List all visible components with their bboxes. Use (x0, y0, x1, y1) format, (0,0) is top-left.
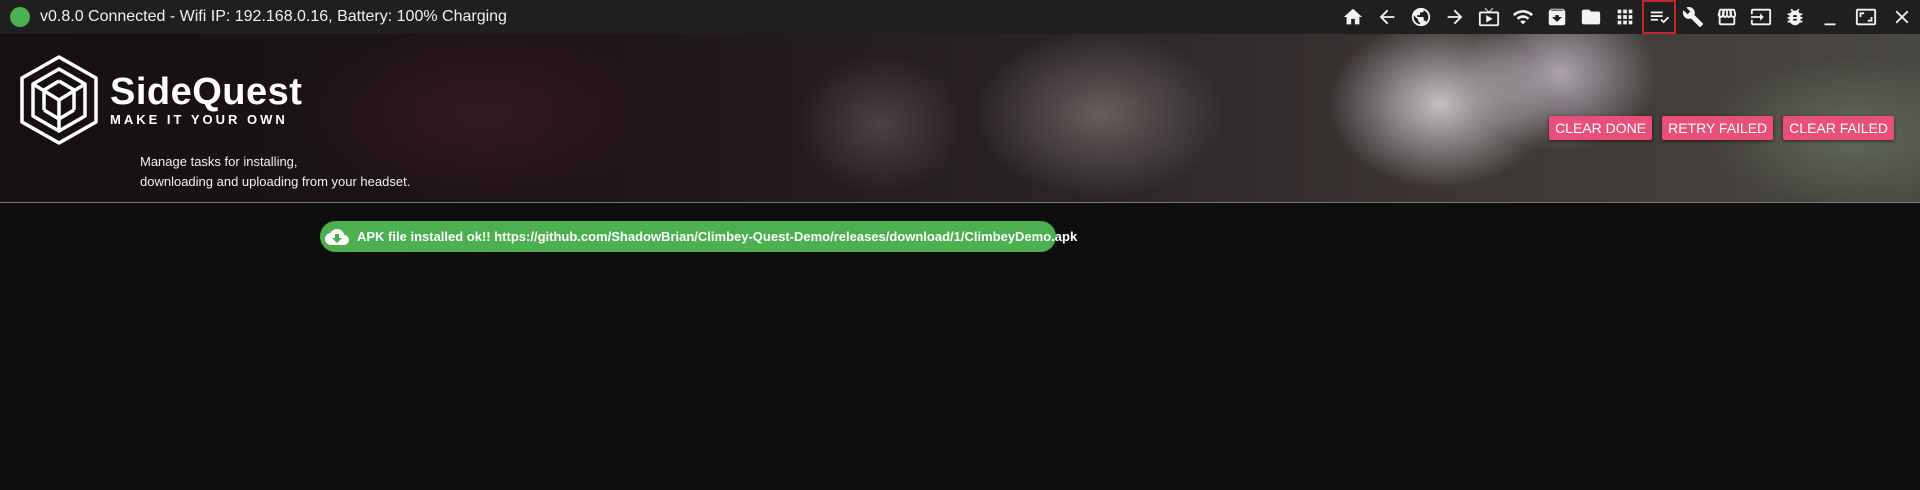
apps-grid-icon (1617, 9, 1633, 25)
connection-status-dot (10, 7, 30, 27)
logo-tagline: MAKE IT YOUR OWN (110, 112, 288, 127)
backup-button[interactable] (1540, 0, 1574, 34)
task-actions: CLEAR DONE RETRY FAILED CLEAR FAILED (1549, 116, 1894, 140)
forward-button[interactable] (1438, 0, 1472, 34)
title-bar: v0.8.0 Connected - Wifi IP: 192.168.0.16… (0, 0, 1920, 34)
tv-play-icon (1478, 7, 1500, 27)
sidequest-logo: SideQuest MAKE IT YOUR OWN (18, 54, 302, 146)
forward-arrow-icon (1447, 9, 1463, 25)
task-item[interactable]: APK file installed ok!! https://github.c… (320, 221, 1077, 252)
folder-icon (1581, 9, 1601, 25)
task-status-icon (323, 223, 351, 251)
browser-button[interactable] (1404, 0, 1438, 34)
exit-button[interactable] (1744, 0, 1778, 34)
bug-icon (1787, 8, 1803, 26)
maximize-icon (1855, 8, 1877, 26)
wifi-button[interactable] (1506, 0, 1540, 34)
clear-done-button[interactable]: CLEAR DONE (1549, 116, 1653, 140)
files-button[interactable] (1574, 0, 1608, 34)
close-button[interactable] (1884, 0, 1920, 34)
home-button[interactable] (1336, 0, 1370, 34)
clear-failed-button[interactable]: CLEAR FAILED (1783, 116, 1894, 140)
wrench-icon (1682, 7, 1704, 28)
retry-failed-button[interactable]: RETRY FAILED (1662, 116, 1774, 140)
storefront-icon (1717, 8, 1737, 26)
tasks-button[interactable] (1642, 0, 1676, 34)
sidequest-logo-icon (20, 55, 98, 145)
globe-icon (1411, 7, 1431, 27)
wifi-icon (1512, 10, 1534, 25)
home-icon (1343, 8, 1363, 25)
task-message: APK file installed ok!! https://github.c… (357, 229, 1078, 244)
page-description: Manage tasks for installing, downloading… (140, 152, 410, 192)
task-list-icon (1650, 11, 1670, 24)
apps-button[interactable] (1608, 0, 1642, 34)
minimize-icon (1824, 23, 1836, 26)
connection-status-text: v0.8.0 Connected - Wifi IP: 192.168.0.16… (40, 8, 507, 25)
header-banner: SideQuest MAKE IT YOUR OWN Manage tasks … (0, 34, 1920, 203)
logo-name: SideQuest (110, 71, 303, 113)
tools-button[interactable] (1676, 0, 1710, 34)
back-button[interactable] (1370, 0, 1404, 34)
archive-download-icon (1548, 8, 1566, 26)
toolbar (1336, 0, 1920, 34)
close-icon (1895, 10, 1909, 24)
description-line-2: downloading and uploading from your head… (140, 174, 411, 189)
minimize-button[interactable] (1812, 0, 1848, 34)
stream-button[interactable] (1472, 0, 1506, 34)
exit-icon (1750, 8, 1772, 26)
description-line-1: Manage tasks for installing, (140, 154, 298, 169)
maximize-button[interactable] (1848, 0, 1884, 34)
back-arrow-icon (1379, 9, 1395, 25)
debug-button[interactable] (1778, 0, 1812, 34)
store-button[interactable] (1710, 0, 1744, 34)
cloud-download-icon (325, 228, 349, 245)
